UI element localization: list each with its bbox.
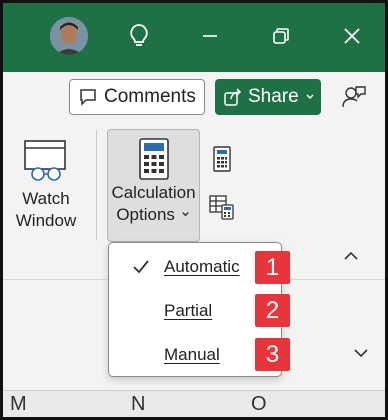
watch-label-line2: Window [15,211,77,230]
watch-window-icon [24,140,66,181]
step-badge: 1 [255,251,290,284]
calculation-options-menu: Automatic Partial Manual 1 2 3 [108,242,290,377]
watch-window-button[interactable]: Watch Window [8,134,84,244]
calculator-icon [138,138,169,180]
step-badge: 2 [255,294,290,327]
share-label: Share [248,86,299,107]
menu-item-label: Automatic [164,257,240,276]
column-header[interactable]: N [131,393,145,416]
comments-label: Comments [104,86,196,107]
close-icon[interactable] [336,20,368,52]
avatar[interactable] [50,17,88,55]
calc-options-label: Options [116,205,175,224]
share-bar: Comments Share [0,72,388,124]
column-headers: M N O [0,390,388,420]
ribbon-divider [96,130,97,240]
watch-label-line1: Watch [22,189,70,208]
step-badge: 3 [255,338,290,371]
checkmark-icon [133,260,149,274]
calc-label-line1: Calculation [111,183,196,202]
calculate-now-icon[interactable] [209,146,235,172]
collapse-ribbon-icon[interactable] [340,247,362,265]
calc-label-line2: Options [108,204,199,226]
comments-button[interactable]: Comments [69,79,205,115]
menu-item-label: Partial [164,301,213,320]
lightbulb-icon[interactable] [123,20,155,52]
column-header[interactable]: M [10,393,27,416]
expand-formula-bar-icon[interactable] [350,343,372,363]
calculation-options-button[interactable]: Calculation Options [107,129,200,242]
calculate-sheet-icon[interactable] [209,194,235,220]
title-bar [0,0,388,72]
restore-icon[interactable] [265,20,297,52]
menu-item-label: Manual [164,345,220,364]
chevron-down-icon [181,212,189,217]
coauthoring-icon[interactable] [340,83,368,111]
share-button[interactable]: Share [215,79,321,115]
column-header[interactable]: O [251,393,267,416]
chevron-down-icon [306,94,314,100]
minimize-icon[interactable] [194,20,226,52]
share-icon [224,88,242,106]
comment-icon [80,89,96,106]
